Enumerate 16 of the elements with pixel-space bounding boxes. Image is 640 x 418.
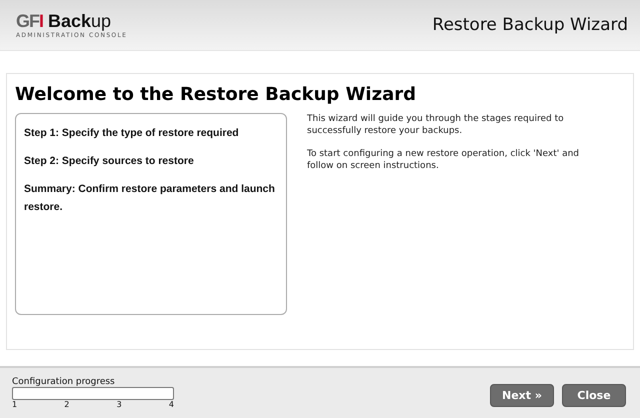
progress-tick: 2 [64,400,70,409]
intro-paragraph: This wizard will guide you through the stages required to successfully restore your backups. [307,113,565,137]
progress-tick: 1 [12,400,18,409]
step-text: Step 1: Specify the type of restore required [24,126,240,141]
close-button[interactable]: Close [562,384,626,406]
page-heading: Welcome to the Restore Backup Wizard [15,84,417,105]
step-text: Step 2: Specify sources to restore [24,154,195,169]
next-button[interactable]: Next » [490,384,554,406]
logo-product: Backup [48,11,112,31]
logo-brand: GFI [16,11,44,31]
intro-paragraph: To start configuring a new restore operation, click 'Next' and follow on screen instructions. [307,148,580,172]
wizard-title: Restore Backup Wizard [432,15,628,35]
progress-tick: 3 [116,400,122,409]
step-text: Summary: Confirm restore parameters and launch restore. [24,182,276,215]
progress-label: Configuration progress [12,377,116,387]
progress-tick: 4 [168,400,174,409]
